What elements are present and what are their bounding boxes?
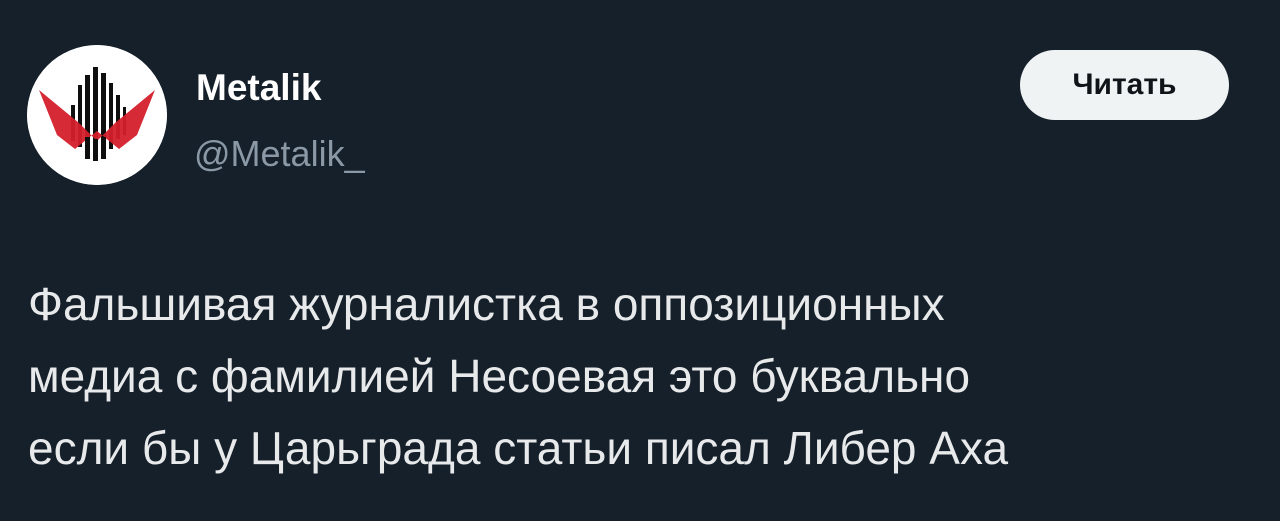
tweet-text-line: Фальшивая журналистка в оппозиционных bbox=[28, 278, 945, 330]
tweet-text: Фальшивая журналистка в оппозиционных ме… bbox=[28, 268, 1228, 484]
follow-button[interactable]: Читать bbox=[1020, 50, 1229, 120]
tweet-text-line: медиа с фамилией Несоевая это буквально bbox=[28, 350, 971, 402]
tweet-card: Metalik @Metalik_ Читать Фальшивая журна… bbox=[0, 0, 1280, 521]
tweet-text-line: если бы у Царьграда статьи писал Либер А… bbox=[28, 422, 1009, 474]
author-handle[interactable]: @Metalik_ bbox=[194, 132, 365, 176]
author-avatar[interactable] bbox=[27, 45, 167, 185]
metalik-logo-icon bbox=[27, 45, 167, 185]
author-display-name[interactable]: Metalik bbox=[196, 66, 321, 110]
